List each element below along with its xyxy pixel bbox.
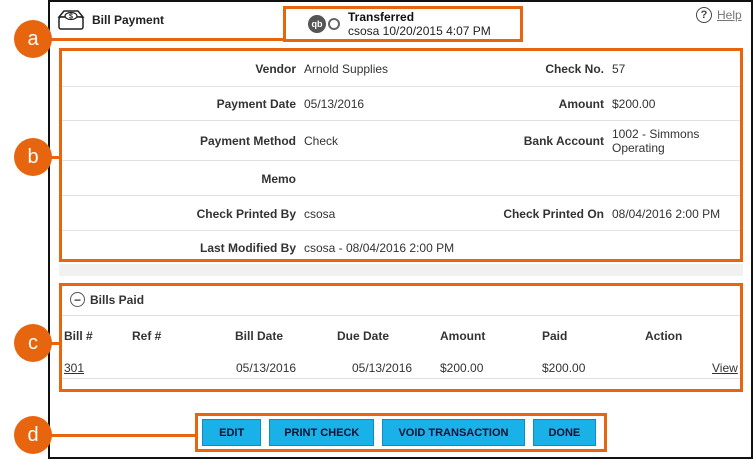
printed-by-value: csosa: [304, 207, 336, 221]
column-header-action: Action: [645, 329, 683, 343]
printed-on-label: Check Printed On: [503, 207, 604, 221]
action-button-bar: EDIT PRINT CHECK VOID TRANSACTION DONE: [195, 413, 607, 452]
status-detail: csosa 10/20/2015 4:07 PM: [348, 24, 491, 38]
detail-row-modified: Last Modified By csosa - 08/04/2016 2:00…: [62, 231, 740, 259]
quickbooks-icon: qb: [308, 15, 326, 33]
amount-value: $200.00: [612, 97, 656, 111]
payment-date-label: Payment Date: [216, 97, 296, 111]
payment-method-value: Check: [304, 134, 339, 148]
callout-a: a: [14, 20, 52, 58]
column-header-bill-date: Bill Date: [235, 329, 284, 343]
done-button[interactable]: DONE: [532, 419, 596, 446]
check-register-icon: $: [56, 8, 86, 32]
detail-row-vendor: Vendor Arnold Supplies Check No. 57: [62, 51, 740, 87]
payment-date-value: 05/13/2016: [304, 97, 365, 111]
divider: [62, 378, 740, 379]
payment-details-panel: Vendor Arnold Supplies Check No. 57 Paym…: [59, 48, 743, 262]
edit-button[interactable]: EDIT: [202, 419, 262, 446]
bank-account-label: Bank Account: [523, 134, 604, 148]
view-link[interactable]: View: [712, 361, 738, 375]
callout-b: b: [14, 138, 52, 176]
help-control[interactable]: ? Help: [696, 7, 742, 23]
help-icon[interactable]: ?: [696, 7, 712, 23]
callout-a-line: [32, 38, 284, 41]
bill-amount: $200.00: [440, 361, 484, 375]
bills-paid-header[interactable]: − Bills Paid: [70, 292, 144, 307]
vendor-value: Arnold Supplies: [304, 62, 389, 76]
callout-d: d: [14, 416, 52, 454]
void-transaction-button[interactable]: VOID TRANSACTION: [382, 419, 525, 446]
section-divider: [59, 264, 743, 276]
page-title: Bill Payment: [92, 13, 165, 27]
column-header-paid: Paid: [542, 329, 568, 343]
page-header: $ Bill Payment: [56, 8, 164, 32]
bill-paid: $200.00: [542, 361, 586, 375]
memo-label: Memo: [261, 172, 296, 186]
modified-by-value: csosa - 08/04/2016 2:00 PM: [304, 241, 455, 255]
modified-by-label: Last Modified By: [199, 241, 296, 255]
bank-account-value: 1002 - Simmons Operating: [612, 127, 700, 155]
callout-c: c: [14, 324, 52, 362]
minus-circle-icon[interactable]: −: [70, 292, 85, 307]
sync-status-panel: qb Transferred csosa 10/20/2015 4:07 PM: [283, 6, 523, 42]
printed-on-value: 08/04/2016 2:00 PM: [612, 207, 721, 221]
bill-number-link[interactable]: 301: [64, 361, 84, 375]
column-header-due-date: Due Date: [337, 329, 390, 343]
detail-row-memo: Memo: [62, 161, 740, 196]
detail-row-printed: Check Printed By csosa Check Printed On …: [62, 196, 740, 231]
printed-by-label: Check Printed By: [196, 207, 296, 221]
detail-row-payment-date: Payment Date 05/13/2016 Amount $200.00: [62, 87, 740, 121]
bills-paid-panel: − Bills Paid Bill # Ref # Bill Date Due …: [59, 283, 743, 392]
vendor-label: Vendor: [255, 62, 296, 76]
print-check-button[interactable]: PRINT CHECK: [269, 419, 375, 446]
svg-text:$: $: [69, 14, 73, 21]
due-date: 05/13/2016: [352, 361, 413, 375]
payment-method-label: Payment Method: [199, 134, 296, 148]
divider: [62, 315, 740, 316]
column-header-bill-no: Bill #: [64, 329, 93, 343]
help-link[interactable]: Help: [717, 8, 742, 22]
sync-icon: [328, 18, 340, 30]
check-no-label: Check No.: [545, 62, 604, 76]
bills-paid-title: Bills Paid: [90, 292, 145, 307]
amount-label: Amount: [558, 97, 604, 111]
status-title: Transferred: [348, 10, 415, 24]
column-header-ref-no: Ref #: [132, 329, 162, 343]
callout-d-line: [32, 434, 196, 437]
check-no-value: 57: [612, 62, 626, 76]
detail-row-payment-method: Payment Method Check Bank Account 1002 -…: [62, 121, 740, 161]
column-header-amount: Amount: [440, 329, 486, 343]
bill-date: 05/13/2016: [236, 361, 297, 375]
